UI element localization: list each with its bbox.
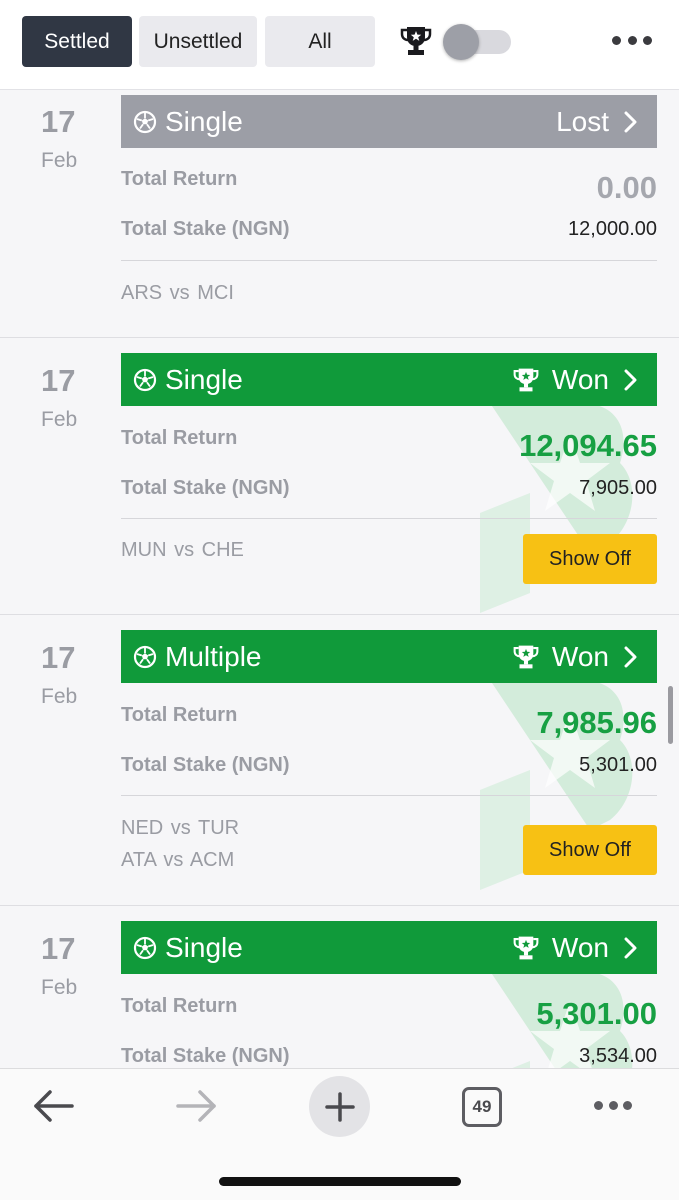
bet-header[interactable]: Single Won [121,353,657,406]
bet-header[interactable]: Single Won [121,921,657,974]
bet-day: 17 [41,931,76,966]
show-off-button[interactable]: Show Off [523,825,657,875]
bet-status: Won [551,640,609,672]
more-options-icon[interactable] [594,1101,632,1111]
won-filter-toggle[interactable] [443,24,511,60]
football-icon [133,645,157,669]
bet-status: Won [551,931,609,963]
match-teams: NED vs TUR [121,817,240,839]
more-options-icon[interactable] [612,36,652,48]
total-stake-label: Total Stake (NGN) [121,218,290,240]
total-return-value: 7,985.96 [536,705,657,740]
total-return-value: 12,094.65 [519,428,657,463]
bet-day: 17 [41,363,76,398]
bet-month: Feb [41,685,78,708]
match-teams: MUN vs CHE [121,539,244,561]
bet-card[interactable]: 17 Feb Multiple Won Total Return 7,985.9… [0,615,679,906]
match-teams: ARS vs MCI [121,282,234,304]
bet-type: Single [165,105,243,137]
tab-settled[interactable]: Settled [22,16,132,67]
bet-status: Won [551,363,609,395]
bet-day: 17 [41,640,76,675]
total-stake-value: 7,905.00 [579,477,657,499]
football-icon [133,936,157,960]
show-off-button[interactable]: Show Off [523,534,657,584]
trophy-icon[interactable] [399,25,433,57]
chevron-right-icon [623,368,639,392]
tab-count-button[interactable]: 49 [462,1087,502,1127]
total-return-label: Total Return [121,168,238,190]
total-stake-value: 12,000.00 [568,218,657,240]
total-stake-label: Total Stake (NGN) [121,477,290,499]
back-arrow-icon[interactable] [32,1089,74,1123]
plus-icon [324,1091,355,1122]
home-indicator [219,1177,461,1186]
bet-month: Feb [41,149,78,172]
trophy-icon [512,367,540,393]
bet-day: 17 [41,104,76,139]
top-bar: Settled Unsettled All [0,0,679,90]
tab-all[interactable]: All [265,16,375,67]
scrollbar[interactable] [668,686,673,744]
football-icon [133,368,157,392]
total-return-value: 5,301.00 [536,996,657,1031]
total-stake-label: Total Stake (NGN) [121,754,290,776]
browser-toolbar: 49 [0,1068,679,1200]
tab-unsettled[interactable]: Unsettled [139,16,257,67]
total-return-label: Total Return [121,995,238,1017]
total-stake-value: 3,534.00 [579,1045,657,1067]
bet-status: Lost [556,105,609,137]
bet-month: Feb [41,976,78,999]
bet-month: Feb [41,408,78,431]
bet-header[interactable]: Single Lost [121,95,657,148]
total-return-label: Total Return [121,427,238,449]
bet-header[interactable]: Multiple Won [121,630,657,683]
bet-card[interactable]: 17 Feb Single Won Total Return 5,301.00 … [0,906,679,1068]
bet-card[interactable]: 17 Feb Single Won Total Return 12,094.65… [0,338,679,615]
chevron-right-icon [623,110,639,134]
bet-card[interactable]: 17 Feb Single Lost Total Return 0.00 Tot… [0,90,679,338]
bet-type: Multiple [165,640,262,672]
total-return-label: Total Return [121,704,238,726]
divider [121,795,657,796]
trophy-icon [512,644,540,670]
match-teams: ATA vs ACM [121,849,235,871]
divider [121,518,657,519]
football-icon [133,110,157,134]
bet-type: Single [165,931,243,963]
bet-type: Single [165,363,243,395]
chevron-right-icon [623,645,639,669]
new-tab-button[interactable] [309,1076,370,1137]
trophy-icon [512,935,540,961]
total-stake-value: 5,301.00 [579,754,657,776]
chevron-right-icon [623,936,639,960]
total-stake-label: Total Stake (NGN) [121,1045,290,1067]
total-return-value: 0.00 [596,170,657,205]
forward-arrow-icon[interactable] [176,1089,218,1123]
divider [121,260,657,261]
